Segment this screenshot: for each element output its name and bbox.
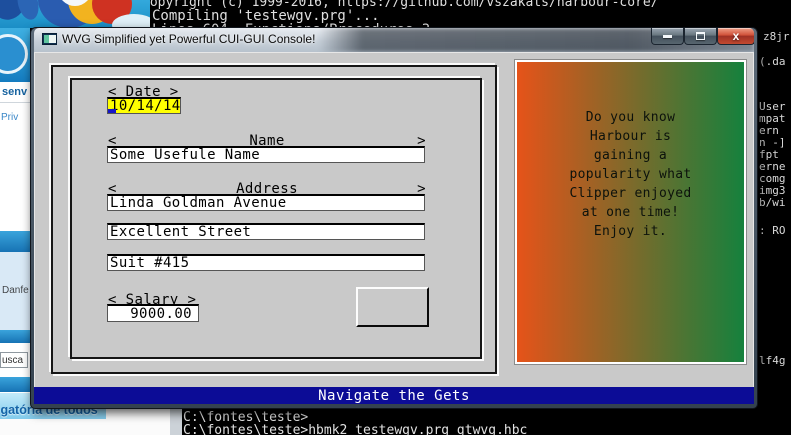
info-line: Clipper enjoyed: [569, 186, 692, 201]
address-input-2[interactable]: Excellent Street: [107, 223, 425, 240]
terminal-fragment: (.da: [759, 55, 786, 68]
info-line: Do you know: [585, 110, 676, 125]
webpage-link: Priv: [1, 112, 19, 123]
name-input[interactable]: Some Usefule Name: [107, 146, 425, 163]
minimize-icon: [663, 34, 672, 38]
terminal-fragment: : RO: [759, 224, 786, 237]
info-line: at one time!: [581, 205, 680, 220]
maximize-button[interactable]: [684, 28, 717, 45]
info-panel: Do you know Harbour is gaining a popular…: [514, 59, 747, 365]
address-input-1[interactable]: Linda Goldman Avenue: [107, 194, 425, 211]
window-title: WVG Simplified yet Powerful CUI-GUI Cons…: [62, 32, 316, 46]
status-bar-text: Navigate the Gets: [318, 387, 470, 404]
minimize-button[interactable]: [651, 28, 684, 45]
divider: [0, 102, 30, 103]
background-terminal-top: Copyright (c) 1999-2016, https://github.…: [130, 0, 791, 28]
address-input-3[interactable]: Suit #415: [107, 254, 425, 271]
webpage-search-input[interactable]: usca: [0, 352, 28, 368]
background-webpage: senv Priv Danfe usca: [0, 28, 30, 408]
salary-input[interactable]: 9000.00: [107, 304, 199, 322]
desktop-logo: [0, 0, 150, 28]
info-line: popularity what: [569, 167, 692, 182]
status-bar: Navigate the Gets: [34, 387, 754, 404]
maximize-icon: [696, 32, 705, 40]
window-edge-strip: [170, 407, 182, 435]
text-cursor: [108, 109, 116, 113]
webpage-blue-bar: [0, 231, 30, 252]
blank-button[interactable]: [356, 287, 429, 327]
terminal-fragment: b/wi: [759, 196, 786, 209]
screen: Copyright (c) 1999-2016, https://github.…: [0, 0, 791, 435]
terminal-fragment: z8jr: [763, 30, 790, 43]
webpage-blue-bar: [0, 330, 30, 343]
terminal-command: C:\fontes\teste>hbmk2 testewgv.prg gtwvg…: [183, 423, 528, 435]
caption-buttons: x: [651, 28, 754, 45]
webpage-link: senv: [2, 86, 28, 98]
webpage-blue-bar: [0, 377, 30, 392]
date-input[interactable]: 10/14/14: [107, 97, 181, 114]
info-panel-text: Do you know Harbour is gaining a popular…: [517, 108, 744, 241]
app-icon: [42, 33, 57, 45]
terminal-fragment: lf4g: [759, 354, 786, 367]
info-line: gaining a: [593, 148, 668, 163]
close-button[interactable]: x: [717, 28, 754, 45]
info-line: Harbour is: [589, 129, 672, 144]
webpage-label: Danfe: [2, 285, 29, 296]
webpage-logo-icon: [0, 34, 28, 74]
titlebar[interactable]: WVG Simplified yet Powerful CUI-GUI Cons…: [34, 28, 754, 52]
webpage-header: [0, 28, 30, 82]
app-window: WVG Simplified yet Powerful CUI-GUI Cons…: [30, 27, 758, 409]
close-icon: x: [732, 29, 740, 43]
info-line: Enjoy it.: [593, 224, 668, 239]
client-area: < Date > 10/14/14 < Name > Some Usefule …: [34, 52, 754, 404]
